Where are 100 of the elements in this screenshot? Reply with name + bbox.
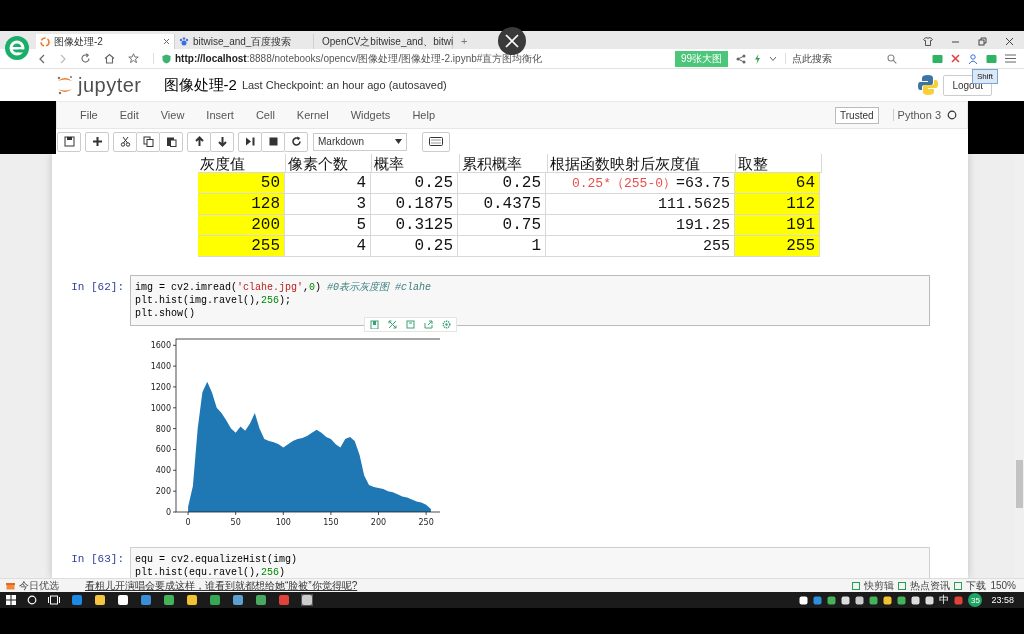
x-tick-label: 0 <box>185 518 191 527</box>
address-field[interactable]: http://localhost:8888/notebooks/opencv/图像处理/图像处理-2.ipynb#直方图均衡化 <box>162 51 642 66</box>
input-method-indicator[interactable]: 中 <box>939 593 950 607</box>
arrow-up-icon <box>193 136 205 147</box>
table-cell: 191.25 <box>546 215 735 236</box>
new-tab-button[interactable]: + <box>453 34 476 49</box>
expand-icon[interactable] <box>388 320 397 329</box>
back-icon[interactable] <box>38 53 46 64</box>
x-tick-label: 250 <box>418 518 434 527</box>
app-icon[interactable] <box>255 594 267 606</box>
move-up-button[interactable] <box>187 131 211 152</box>
table-cell: 4 <box>285 173 371 194</box>
menu-item[interactable]: Kernel <box>285 109 340 121</box>
status-item[interactable]: 快剪辑 <box>864 578 895 593</box>
export-icon[interactable] <box>424 320 433 329</box>
table-cell: 0.25*（255-0）=63.75 <box>546 173 735 194</box>
save-button[interactable] <box>57 131 81 152</box>
app-icon[interactable] <box>232 594 244 606</box>
windows-start-icon[interactable] <box>6 595 16 605</box>
step-icon <box>244 136 256 147</box>
table-cell: 0.25 <box>458 173 546 194</box>
menu-item[interactable]: View <box>149 109 196 121</box>
menu-item[interactable]: Help <box>401 109 446 121</box>
jupyter-logo-icon[interactable] <box>56 75 74 95</box>
copy-button[interactable] <box>136 131 160 152</box>
search-field[interactable]: 点此搜索 <box>792 53 887 64</box>
spinner-icon <box>40 36 50 47</box>
tick-mark <box>172 490 177 492</box>
tick-mark <box>172 407 177 409</box>
table-cell: 1 <box>458 236 546 257</box>
status-item[interactable]: 热点资讯 <box>910 578 951 593</box>
status-text[interactable]: 今日优选 <box>19 578 59 593</box>
cell-type-dropdown[interactable]: Markdown <box>313 132 407 151</box>
python-logo-icon <box>917 74 940 96</box>
status-icon[interactable] <box>852 581 861 590</box>
caret-icon[interactable] <box>769 55 777 62</box>
table-cell: 200 <box>198 215 285 236</box>
add-cell-button[interactable] <box>85 131 109 152</box>
app-icon[interactable] <box>117 594 129 606</box>
status-icon[interactable] <box>898 581 907 590</box>
home-icon[interactable] <box>104 53 115 64</box>
close-icon[interactable] <box>163 38 170 45</box>
cut-button[interactable] <box>113 131 137 152</box>
close-icon[interactable] <box>1005 37 1014 46</box>
menu-item[interactable]: Cell <box>244 109 286 121</box>
notebook-title[interactable]: 图像处理-2 <box>163 75 237 95</box>
stop-button[interactable] <box>261 131 285 152</box>
bookmark-icon[interactable] <box>370 320 379 329</box>
y-tick-label: 1400 <box>150 362 171 372</box>
paste-button[interactable] <box>159 131 183 152</box>
code-cell[interactable]: equ = cv2.equalizeHist(img) plt.hist(equ.ravel(),256) <box>130 547 930 578</box>
restore-icon[interactable] <box>978 37 987 46</box>
code-line: plt.hist(img.ravel(),256); <box>135 294 293 307</box>
table-cell: 255 <box>546 236 735 257</box>
code-line: img = cv2.imread('clahe.jpg',0) #0表示灰度图 #clahe <box>135 281 433 294</box>
shift-key-label: Shift <box>972 69 998 84</box>
app-icon[interactable] <box>209 594 221 606</box>
menu-item[interactable]: Insert <box>195 109 245 121</box>
tick-mark <box>282 511 284 516</box>
logo-text[interactable]: jupyter <box>78 73 142 97</box>
keyboard-button[interactable] <box>422 131 450 152</box>
close-icon[interactable] <box>951 54 960 63</box>
app-icon[interactable] <box>94 594 106 606</box>
status-item[interactable]: 下载 <box>966 578 987 593</box>
menu-item[interactable]: File <box>69 109 109 121</box>
restart-button[interactable] <box>284 131 308 152</box>
kernel-name[interactable]: Python 3 <box>892 109 941 121</box>
code-cell[interactable]: img = cv2.imread('clahe.jpg',0) #0表示灰度图 #clahe plt.hist(img.ravel(),256); plt.show() <box>130 275 930 326</box>
browser-tab[interactable]: 图像处理-2 <box>36 34 175 49</box>
column-header: 根据函数映射后灰度值 <box>548 154 737 173</box>
status-icon[interactable] <box>954 581 963 590</box>
zoom-level[interactable]: 150% <box>990 580 1016 591</box>
extension-icon[interactable] <box>932 53 943 64</box>
search-icon[interactable] <box>27 595 37 605</box>
share-icon[interactable] <box>736 53 746 64</box>
star-icon[interactable] <box>128 53 139 64</box>
app-icon[interactable] <box>163 594 175 606</box>
reload-icon[interactable] <box>80 53 91 64</box>
table-cell: 5 <box>285 215 371 236</box>
menu-item[interactable]: Widgets <box>339 109 402 121</box>
table-cell: 0.25 <box>371 236 458 257</box>
app-icon[interactable] <box>186 594 198 606</box>
extension-icon[interactable] <box>986 53 997 64</box>
arrow-down-icon <box>216 136 228 147</box>
trusted-badge[interactable]: Trusted <box>835 106 879 124</box>
news-link[interactable]: 看粗儿开演唱会要成这样，谁看到就都想给她“脸被”你觉得呢? <box>85 578 358 593</box>
menu-item[interactable]: Edit <box>108 109 150 121</box>
code-line: equ = cv2.equalizeHist(img) <box>135 553 299 566</box>
run-button[interactable] <box>238 131 262 152</box>
close-icon <box>504 33 520 49</box>
settings-icon[interactable] <box>442 320 451 329</box>
shirt-icon[interactable] <box>923 37 933 46</box>
task-view-icon[interactable] <box>48 595 60 605</box>
menu-icon[interactable] <box>1005 54 1016 63</box>
table-cell: 112 <box>735 194 820 215</box>
move-down-button[interactable] <box>210 131 234 152</box>
user-icon[interactable] <box>968 53 978 64</box>
y-tick-label: 400 <box>155 466 171 476</box>
table-cell: 0.75 <box>458 215 546 236</box>
lightning-icon[interactable] <box>754 53 761 64</box>
